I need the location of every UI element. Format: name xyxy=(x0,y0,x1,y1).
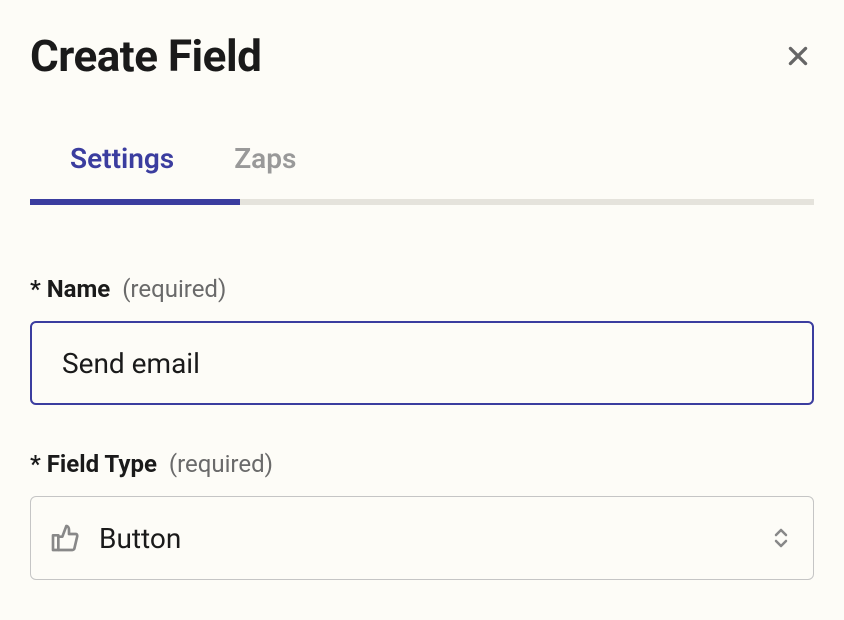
chevrons-up-down-icon xyxy=(771,526,795,550)
tab-underline xyxy=(30,199,814,205)
field-type-label: * Field Type (required) xyxy=(30,450,814,478)
tab-settings[interactable]: Settings xyxy=(70,142,174,199)
tab-underline-active xyxy=(30,199,240,205)
field-type-select[interactable]: Button xyxy=(30,496,814,580)
name-label: * Name (required) xyxy=(30,275,814,303)
close-icon xyxy=(785,43,811,69)
name-input[interactable] xyxy=(30,321,814,405)
tab-zaps[interactable]: Zaps xyxy=(234,142,296,199)
page-title: Create Field xyxy=(30,30,261,82)
close-button[interactable] xyxy=(782,40,814,72)
field-type-value: Button xyxy=(99,522,771,555)
tabs: Settings Zaps xyxy=(30,142,814,199)
thumbs-up-icon xyxy=(49,522,81,554)
